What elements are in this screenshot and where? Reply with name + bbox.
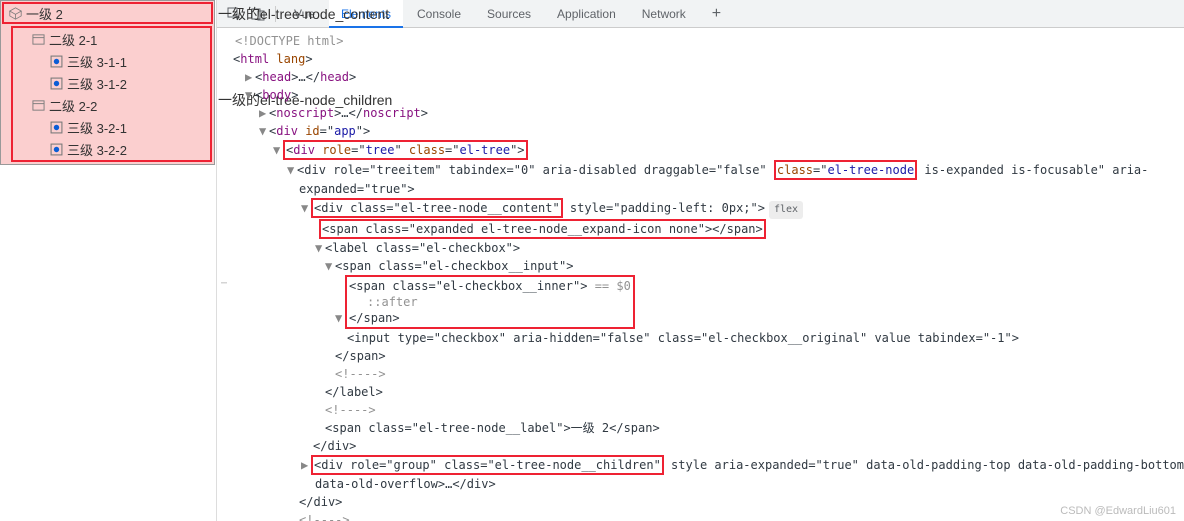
collapse-arrow-icon[interactable]: ▼	[315, 239, 325, 257]
el-tree: 一级 2 二级 2-1 三级 3-1-1 三级 3-1-2 二级 2-2	[0, 0, 215, 165]
gutter-ellipsis-icon[interactable]: ⋯	[221, 275, 229, 293]
collapse-arrow-icon[interactable]: ▼	[325, 257, 335, 275]
dot-icon	[49, 120, 63, 134]
treeitem-head: <div role="treeitem" tabindex="0" aria-d…	[297, 163, 767, 177]
tab-sources[interactable]: Sources	[475, 0, 543, 28]
highlight-el-tree-node: class="el-tree-node	[774, 160, 917, 180]
tree-node-label: 三级 3-2-2	[67, 140, 127, 159]
expand-arrow-icon[interactable]: ▶	[259, 104, 269, 122]
tree-node[interactable]: 三级 3-1-1	[13, 50, 210, 72]
flex-pill[interactable]: flex	[769, 201, 803, 219]
collapse-arrow-icon[interactable]: ▼	[301, 199, 311, 217]
tree-node-label: 二级 2-1	[49, 30, 97, 49]
tab-add[interactable]: +	[700, 0, 733, 28]
tree-node-children-box: 二级 2-1 三级 3-1-1 三级 3-1-2 二级 2-2 三级 3-2-1	[11, 26, 212, 162]
tab-network[interactable]: Network	[630, 0, 698, 28]
tree-node-label: 三级 3-1-2	[67, 74, 127, 93]
dot-icon	[49, 76, 63, 90]
devtools-panel: Vue Elements Console Sources Application…	[216, 0, 1184, 521]
tree-node-label: 三级 3-2-1	[67, 118, 127, 137]
highlight-children-group: <div role="group" class="el-tree-node__c…	[311, 455, 664, 475]
dot-icon	[49, 54, 63, 68]
highlight-content: <div class="el-tree-node__content"	[311, 198, 563, 218]
highlight-checkbox-inner: <span class="el-checkbox__inner"> == $0:…	[345, 275, 635, 329]
watermark: CSDN @EdwardLiu601	[1060, 505, 1176, 517]
collapse-arrow-icon[interactable]: ▼	[335, 309, 345, 327]
tree-node[interactable]: 三级 3-2-1	[13, 116, 210, 138]
tree-node[interactable]: 三级 3-1-2	[13, 72, 210, 94]
highlight-expand-span: <span class="expanded el-tree-node__expa…	[319, 219, 766, 239]
tree-node[interactable]: 三级 3-2-2	[13, 138, 210, 160]
expand-arrow-icon[interactable]: ▶	[245, 68, 255, 86]
dot-icon	[49, 142, 63, 156]
expand-arrow-icon[interactable]: ▶	[301, 456, 311, 474]
doctype: <!DOCTYPE html>	[235, 34, 343, 48]
tab-application[interactable]: Application	[545, 0, 628, 28]
tree-node[interactable]: 二级 2-2	[13, 94, 210, 116]
tree-node-label: 三级 3-1-1	[67, 52, 127, 71]
dom-tree[interactable]: <!DOCTYPE html> <html lang> ▶<head>…</he…	[217, 28, 1184, 521]
collapse-arrow-icon[interactable]: ▼	[245, 86, 255, 104]
collapse-arrow-icon[interactable]: ▼	[287, 161, 297, 179]
tree-panel-area: 一级 2 二级 2-1 三级 3-1-1 三级 3-1-2 二级 2-2	[0, 0, 216, 521]
window-icon	[31, 98, 45, 112]
tree-node[interactable]: 二级 2-1	[13, 28, 210, 50]
tree-node-label: 一级 2	[26, 4, 63, 23]
highlight-el-tree: <div role="tree" class="el-tree">	[283, 140, 527, 160]
cube-icon	[8, 6, 22, 20]
tree-node-label: 二级 2-2	[49, 96, 97, 115]
tab-console[interactable]: Console	[405, 0, 473, 28]
collapse-arrow-icon[interactable]: ▼	[273, 141, 283, 159]
annotation-content: 一级的el-tree-node_content	[218, 4, 389, 24]
window-icon	[31, 32, 45, 46]
tree-node-root-content[interactable]: 一级 2	[2, 2, 213, 24]
collapse-arrow-icon[interactable]: ▼	[259, 122, 269, 140]
